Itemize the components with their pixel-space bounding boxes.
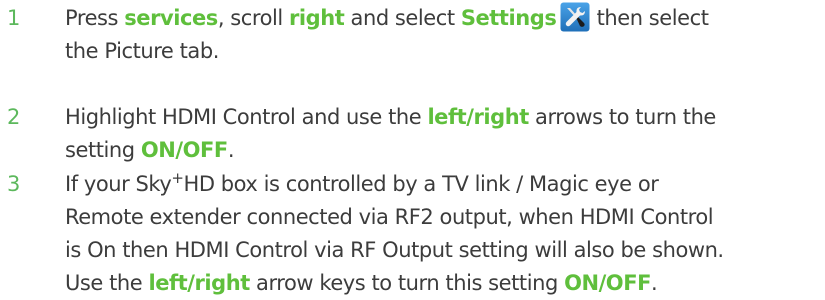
keyword-left-right: left/right: [427, 105, 529, 129]
superscript-plus: +: [171, 169, 184, 187]
text: Highlight HDMI Control and use the: [65, 105, 428, 129]
keyword-left-right: left/right: [148, 271, 250, 295]
text: , scroll: [217, 6, 289, 30]
text: setting: [65, 138, 141, 162]
text: HD box is controlled by a TV link / Magi…: [183, 172, 659, 196]
step-text: If your Sky+HD box is controlled by a TV…: [65, 168, 823, 300]
text: .: [227, 138, 235, 162]
step-number: 1: [7, 6, 21, 30]
step-line: is On then HDMI Control via RF Output se…: [65, 238, 724, 262]
step-line: the Picture tab.: [65, 39, 219, 63]
keyword-services: services: [124, 6, 218, 30]
step-text: Highlight HDMI Control and use the left/…: [65, 101, 823, 167]
step-line: If your Sky+HD box is controlled by a TV…: [65, 168, 823, 201]
step-text: Press services, scroll right and select …: [65, 2, 823, 68]
keyword-on-off: ON/OFF: [140, 138, 228, 162]
text: then select: [590, 6, 709, 30]
text: arrows to turn the: [528, 105, 716, 129]
instruction-steps: 1 Press services, scroll right and selec…: [0, 0, 825, 296]
keyword-right: right: [288, 6, 345, 30]
step-line: Press services, scroll right and select …: [65, 2, 823, 35]
text: .: [651, 271, 658, 295]
step-line: setting ON/OFF.: [65, 134, 823, 167]
step-line: Remote extender connected via RF2 output…: [65, 205, 714, 229]
text: arrow keys to turn this setting: [249, 271, 565, 295]
text: and select: [344, 6, 461, 30]
text: Use the: [65, 271, 149, 295]
wrench-screwdriver-icon: [560, 2, 590, 32]
text: If your Sky: [65, 172, 172, 196]
text: Press: [65, 6, 125, 30]
keyword-on-off: ON/OFF: [564, 271, 652, 295]
step-line: Use the left/right arrow keys to turn th…: [65, 267, 823, 300]
step-line: Highlight HDMI Control and use the left/…: [65, 101, 823, 134]
step-number: 2: [7, 105, 21, 129]
keyword-settings: Settings: [460, 6, 557, 30]
step-number: 3: [7, 172, 21, 196]
